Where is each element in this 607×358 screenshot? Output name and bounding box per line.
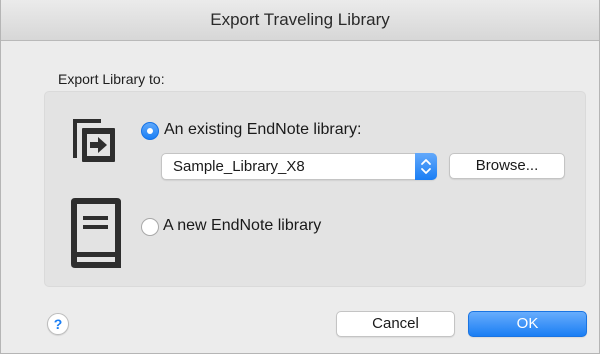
new-library-radio[interactable] (141, 218, 159, 236)
export-traveling-library-dialog: Export Traveling Library Export Library … (0, 0, 600, 354)
existing-library-label[interactable]: An existing EndNote library: (164, 121, 361, 139)
existing-library-radio[interactable] (141, 122, 159, 140)
library-select[interactable]: Sample_Library_X8 (161, 153, 437, 180)
chevron-up-down-icon (421, 159, 431, 174)
title-bar: Export Traveling Library (1, 0, 599, 41)
browse-button[interactable]: Browse... (449, 153, 565, 179)
radio-selected-dot (147, 128, 153, 134)
cancel-button[interactable]: Cancel (336, 311, 455, 337)
book-icon (71, 198, 121, 268)
export-section-label: Export Library to: (58, 71, 165, 87)
new-library-label[interactable]: A new EndNote library (163, 217, 321, 235)
dialog-title: Export Traveling Library (210, 10, 390, 29)
ok-button[interactable]: OK (468, 311, 587, 337)
help-button[interactable]: ? (47, 313, 69, 335)
library-select-value: Sample_Library_X8 (173, 158, 305, 175)
popup-arrows[interactable] (415, 153, 437, 180)
export-to-library-icon (73, 119, 115, 162)
